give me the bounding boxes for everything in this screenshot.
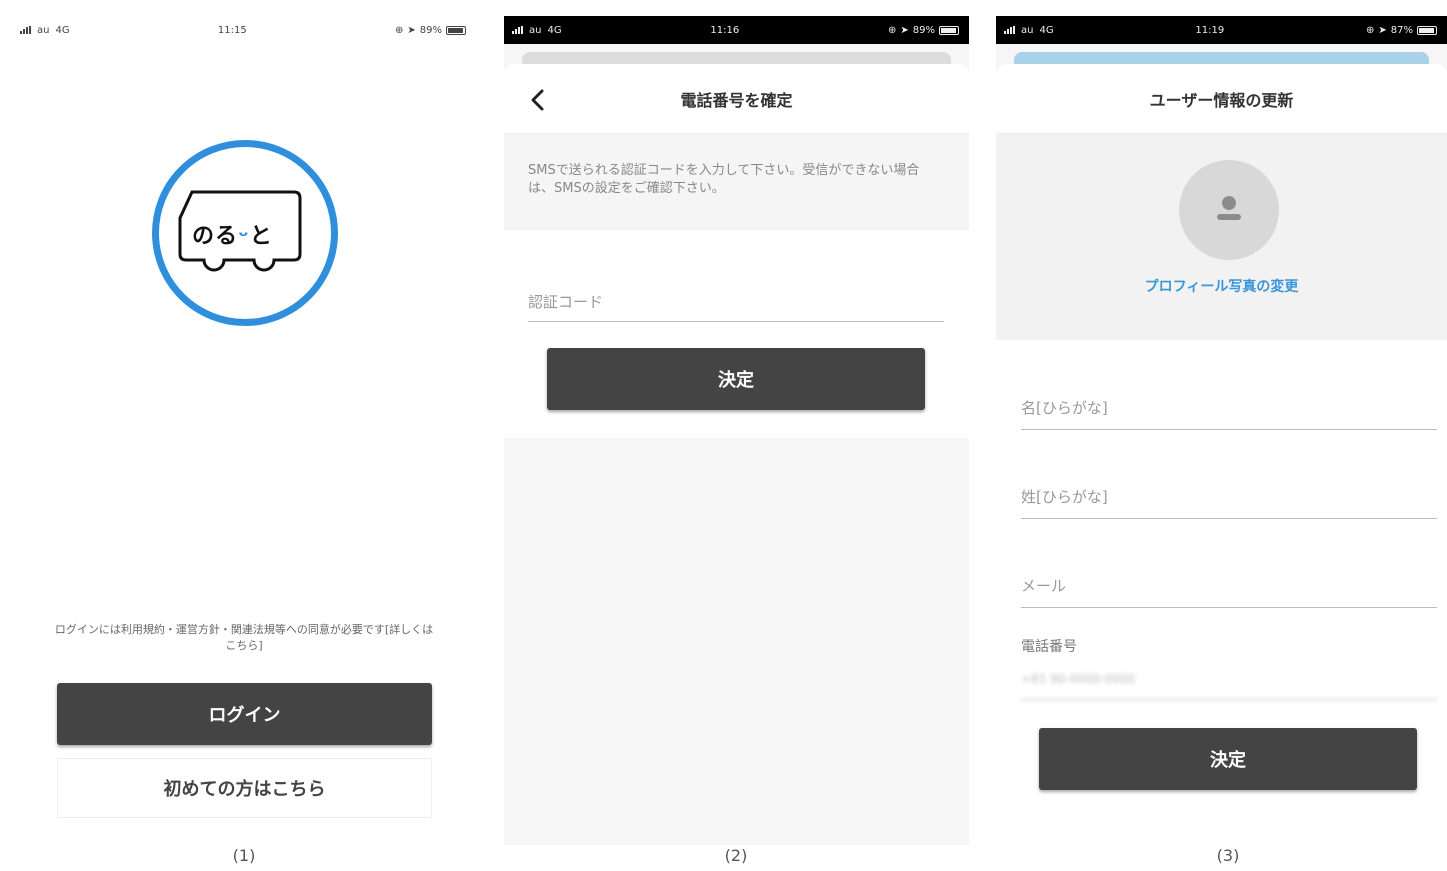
screen-phone-verify: au 4G 11:16 ⊕ ➤ 89% 電話番号を確定 SMSで送られる認証コー… (504, 16, 969, 845)
signal-icon (512, 26, 523, 34)
verify-form: 決定 (504, 230, 969, 438)
avatar[interactable] (1179, 160, 1279, 260)
profile-section: プロフィール写真の変更 (996, 134, 1447, 340)
modal-sheet: 電話番号を確定 SMSで送られる認証コードを入力して下さい。受信ができない場合は… (504, 64, 969, 845)
terms-notice[interactable]: ログインには利用規約・運営方針・関連法規等への同意が必要です[詳しくはこちら] (52, 622, 436, 654)
back-chevron-icon[interactable] (528, 88, 548, 112)
battery-icon (1417, 25, 1437, 35)
caption-3: (3) (1216, 846, 1240, 865)
carrier: au (529, 24, 542, 36)
battery-icon (939, 25, 959, 35)
nav-bar: ユーザー情報の更新 (996, 64, 1447, 134)
first-time-button[interactable]: 初めての方はこちら (57, 758, 432, 818)
clock: 11:19 (1195, 24, 1225, 36)
email-input[interactable] (1021, 564, 1437, 608)
person-icon (1217, 196, 1241, 220)
signal-icon (1004, 26, 1015, 34)
phone-label: 電話番号 (1021, 639, 1077, 655)
submit-button[interactable]: 決定 (547, 348, 925, 410)
page-title: 電話番号を確定 (680, 90, 793, 110)
phone-value: +81 90-0000-0000 (1021, 658, 1437, 700)
location-icon: ➤ (407, 24, 416, 36)
lock-icon: ⊕ (394, 24, 404, 36)
login-button[interactable]: ログイン (57, 683, 432, 745)
battery-percent: 89% (912, 24, 935, 36)
family-name-kana-input[interactable] (1021, 475, 1437, 519)
caption-1: (1) (232, 846, 256, 865)
battery-percent: 87% (1390, 24, 1413, 36)
user-info-form: 電話番号 +81 90-0000-0000 決定 (996, 340, 1447, 845)
caption-2: (2) (724, 846, 748, 865)
nav-bar: 電話番号を確定 (504, 64, 969, 134)
lock-icon: ⊕ (1365, 24, 1375, 36)
clock: 11:16 (710, 24, 740, 36)
page-title: ユーザー情報の更新 (1149, 90, 1294, 110)
screen-user-info: au 4G 11:19 ⊕ ➤ 87% ユーザー情報の更新 プロフィール写真の変… (996, 16, 1447, 845)
status-bar: au 4G 11:16 ⊕ ➤ 89% (504, 16, 969, 44)
submit-button[interactable]: 決定 (1039, 728, 1417, 790)
network: 4G (55, 24, 70, 36)
given-name-kana-input[interactable] (1021, 386, 1437, 430)
status-bar: au 4G 11:15 ⊕ ➤ 89% (12, 16, 476, 44)
signal-icon (20, 26, 31, 34)
screen-login: au 4G 11:15 ⊕ ➤ 89% のるᵕと ログインには利用規約・運営方針… (12, 16, 476, 845)
verification-code-input[interactable] (528, 282, 944, 322)
instruction-text: SMSで送られる認証コードを入力して下さい。受信ができない場合は、SMSの設定を… (504, 134, 969, 230)
app-logo-text: のるᵕと (192, 224, 273, 249)
location-icon: ➤ (900, 24, 909, 36)
change-photo-link[interactable]: プロフィール写真の変更 (996, 276, 1447, 296)
lock-icon: ⊕ (887, 24, 897, 36)
clock: 11:15 (217, 24, 247, 36)
carrier: au (1021, 24, 1034, 36)
modal-sheet: ユーザー情報の更新 プロフィール写真の変更 電話番号 +81 90-0000-0… (996, 64, 1447, 845)
network: 4G (547, 24, 562, 36)
carrier: au (37, 24, 50, 36)
location-icon: ➤ (1378, 24, 1387, 36)
status-bar: au 4G 11:19 ⊕ ➤ 87% (996, 16, 1447, 44)
battery-icon (446, 25, 466, 35)
battery-percent: 89% (419, 24, 442, 36)
network: 4G (1039, 24, 1054, 36)
